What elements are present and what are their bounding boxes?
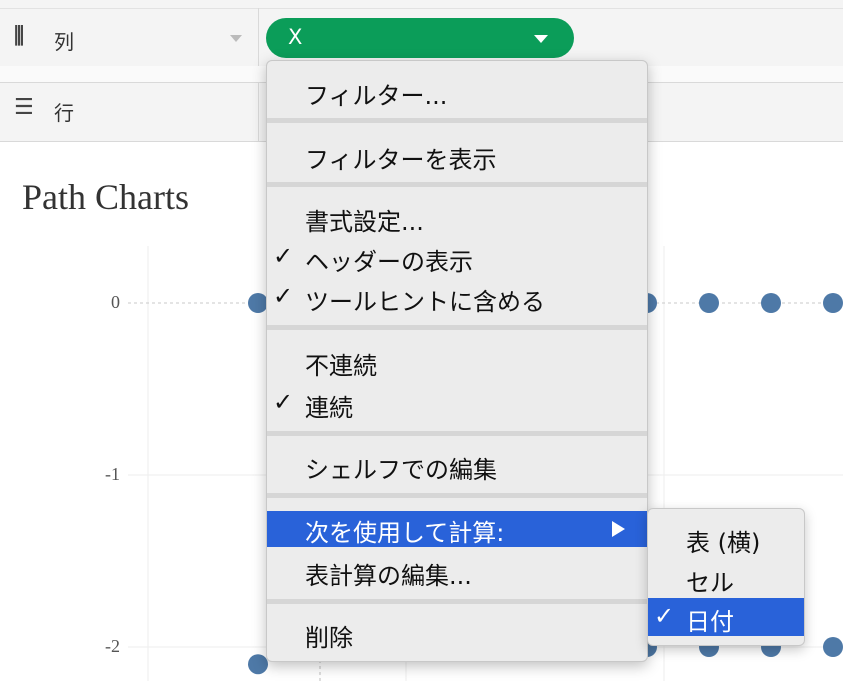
pill-context-menu: フィルター... フィルターを表示 書式設定... ✓ ヘッダーの表示 ✓ ツー… [266, 60, 648, 662]
menu-item-show-filter[interactable]: フィルターを表示 [267, 135, 647, 175]
submenu-item-cell[interactable]: セル [648, 559, 804, 597]
menu-item-label: 削除 [305, 624, 353, 652]
menu-item-label: シェルフでの編集 [305, 456, 497, 484]
menu-item-discrete[interactable]: 不連続 [267, 341, 647, 381]
menu-item-show-header[interactable]: ✓ ヘッダーの表示 [267, 237, 647, 277]
menu-item-compute-using[interactable]: 次を使用して計算: [267, 511, 647, 547]
menu-item-edit-in-shelf[interactable]: シェルフでの編集 [267, 445, 647, 485]
scatter-point[interactable] [823, 293, 843, 313]
scatter-point[interactable] [248, 293, 268, 313]
menu-item-label: ヘッダーの表示 [305, 248, 473, 276]
submenu-item-label: セル [686, 569, 734, 597]
y-tick-label-0: 0 [111, 292, 120, 312]
menu-item-label: フィルターを表示 [305, 146, 497, 174]
menu-item-label: 次を使用して計算: [305, 519, 505, 547]
menu-item-label: 表計算の編集... [305, 562, 472, 590]
scatter-point[interactable] [248, 654, 268, 675]
menu-item-label: ツールヒントに含める [305, 288, 545, 316]
menu-item-label: 連続 [305, 394, 353, 422]
submenu-arrow-icon [612, 521, 625, 537]
menu-separator [267, 182, 647, 187]
compute-using-submenu: 表 (横) セル ✓ 日付 [647, 508, 805, 646]
menu-item-label: 書式設定... [305, 208, 424, 236]
submenu-item-label: 日付 [686, 608, 734, 636]
menu-separator [267, 431, 647, 436]
menu-item-remove[interactable]: 削除 [267, 613, 647, 653]
checkmark-icon: ✓ [273, 388, 294, 416]
menu-separator [267, 325, 647, 330]
menu-separator [267, 599, 647, 604]
checkmark-icon: ✓ [273, 282, 294, 310]
submenu-item-label: 表 (横) [686, 529, 761, 557]
menu-item-label: 不連続 [305, 352, 377, 380]
menu-item-format[interactable]: 書式設定... [267, 197, 647, 237]
menu-item-continuous[interactable]: ✓ 連続 [267, 383, 647, 423]
scatter-point[interactable] [823, 637, 843, 657]
menu-item-filter[interactable]: フィルター... [267, 71, 647, 111]
menu-separator [267, 493, 647, 498]
checkmark-icon: ✓ [654, 602, 675, 630]
submenu-item-date[interactable]: ✓ 日付 [648, 598, 804, 636]
y-tick-label-2: -2 [105, 636, 120, 656]
submenu-item-table-across[interactable]: 表 (横) [648, 519, 804, 557]
scatter-point[interactable] [699, 293, 719, 313]
y-tick-label-1: -1 [105, 464, 120, 484]
menu-separator [267, 118, 647, 123]
menu-item-include-tooltip[interactable]: ✓ ツールヒントに含める [267, 277, 647, 317]
menu-item-label: フィルター... [305, 82, 448, 110]
menu-item-edit-table-calc[interactable]: 表計算の編集... [267, 551, 647, 591]
scatter-point[interactable] [761, 293, 781, 313]
checkmark-icon: ✓ [273, 242, 294, 270]
